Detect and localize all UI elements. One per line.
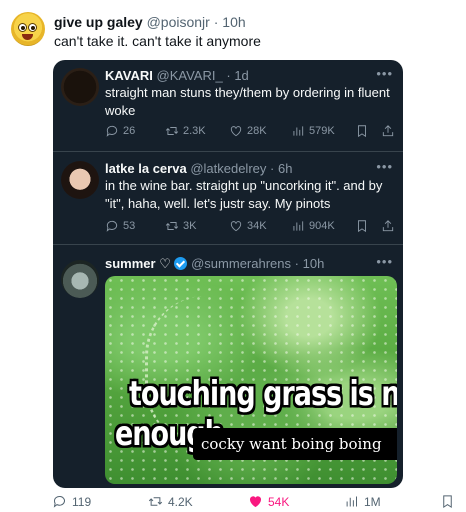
retweet-icon — [148, 497, 163, 506]
view-count: 904K — [309, 220, 335, 232]
reply-icon — [106, 220, 118, 232]
like-button[interactable]: 34K — [229, 219, 267, 233]
reply-count: 26 — [123, 125, 136, 137]
like-count: 34K — [247, 220, 267, 232]
display-name[interactable]: KAVARI — [105, 68, 153, 83]
reply-button[interactable]: 53 — [105, 219, 135, 233]
handle[interactable]: @KAVARI_ — [157, 68, 223, 83]
avatar-mouth — [22, 34, 33, 40]
views-icon — [293, 126, 304, 136]
action-bar: 26 2.3K 28K 579K — [105, 124, 397, 140]
meme-image[interactable]: touching grass is not enough cocky want … — [105, 276, 397, 484]
separator: · — [270, 161, 275, 176]
more-icon[interactable]: ••• — [376, 159, 393, 174]
bookmark-button[interactable] — [355, 219, 369, 233]
share-button[interactable] — [381, 219, 395, 233]
separator: · — [213, 14, 219, 30]
heart-icon — [250, 496, 261, 508]
handle[interactable]: @summerahrens — [191, 256, 291, 271]
bookmark-button[interactable] — [355, 124, 369, 138]
view-count: 579K — [309, 125, 335, 137]
retweet-icon — [165, 222, 179, 230]
retweet-button[interactable]: 3K — [165, 219, 196, 233]
reply-button[interactable]: 26 — [105, 124, 135, 138]
quoted-thread-card[interactable]: KAVARI @KAVARI_ · 1d ••• straight man st… — [53, 60, 403, 488]
tweet-text: can't take it. can't take it anymore — [54, 33, 261, 49]
views-icon — [346, 496, 357, 507]
avatar-eye — [28, 23, 37, 32]
retweet-count: 3K — [183, 220, 197, 232]
bookmark-button[interactable] — [440, 494, 455, 509]
quoted-tweet-summer[interactable]: summer ♡ @summerahrens · 10h ••• touchin… — [53, 246, 403, 488]
view-count: 1M — [364, 494, 381, 509]
avatar[interactable] — [61, 260, 99, 298]
retweet-button[interactable]: 2.3K — [165, 124, 206, 138]
like-button[interactable]: 54K — [248, 494, 289, 509]
share-icon — [382, 220, 394, 232]
views-button[interactable]: 579K — [291, 124, 335, 138]
quoted-tweet-text: straight man stuns they/them by ordering… — [105, 85, 390, 118]
display-name[interactable]: summer — [105, 256, 156, 271]
display-name[interactable]: latke la cerva — [105, 161, 187, 176]
quoted-tweet-latke[interactable]: latke la cerva @latkedelrey · 6h ••• in … — [53, 153, 403, 245]
bookmark-icon — [443, 495, 452, 509]
handle[interactable]: @latkedelrey — [190, 161, 266, 176]
bookmark-icon — [358, 125, 366, 138]
avatar-eye — [18, 23, 27, 32]
meme-caption: cocky want boing boing — [193, 428, 397, 460]
handle[interactable]: @poisonjr — [147, 14, 210, 30]
timestamp[interactable]: 10h — [222, 14, 245, 30]
avatar[interactable] — [61, 68, 99, 106]
separator: · — [226, 68, 231, 83]
share-button[interactable] — [381, 124, 395, 138]
reply-icon — [106, 125, 118, 137]
views-button[interactable]: 1M — [344, 494, 381, 509]
quoted-tweet-kavari[interactable]: KAVARI @KAVARI_ · 1d ••• straight man st… — [53, 60, 403, 152]
avatar[interactable] — [61, 161, 99, 199]
quoted-tweet-header: summer ♡ @summerahrens · 10h — [105, 256, 324, 272]
like-count: 54K — [268, 494, 290, 509]
tweet: give up galey @poisonjr · 10h can't take… — [0, 0, 466, 512]
main-action-bar: 119 4.2K 54K 1M — [0, 494, 466, 510]
timestamp[interactable]: 1d — [234, 68, 248, 83]
more-icon[interactable]: ••• — [376, 66, 393, 81]
quoted-tweet-header: latke la cerva @latkedelrey · 6h — [105, 161, 292, 177]
retweet-icon — [165, 127, 179, 135]
quoted-tweet-text: in the wine bar. straight up "uncorking … — [105, 178, 383, 211]
retweet-count: 4.2K — [168, 494, 193, 509]
views-icon — [293, 221, 304, 231]
avatar[interactable] — [11, 12, 45, 46]
more-icon[interactable]: ••• — [376, 254, 393, 269]
timestamp[interactable]: 10h — [303, 256, 325, 271]
views-button[interactable]: 904K — [291, 219, 335, 233]
reply-button[interactable]: 119 — [52, 494, 91, 509]
meme-text-line1: touching grass is not — [129, 374, 397, 414]
reply-count: 119 — [72, 494, 92, 509]
display-name[interactable]: give up galey — [54, 14, 143, 30]
share-icon — [382, 125, 394, 137]
verified-badge-icon — [174, 257, 188, 270]
separator: · — [294, 256, 299, 271]
retweet-count: 2.3K — [183, 125, 206, 137]
like-count: 28K — [247, 125, 267, 137]
heart-icon — [230, 126, 242, 137]
heart-icon — [230, 221, 242, 232]
like-button[interactable]: 28K — [229, 124, 267, 138]
timestamp[interactable]: 6h — [278, 161, 292, 176]
action-bar: 53 3K 34K 904K — [105, 219, 397, 235]
quoted-tweet-header: KAVARI @KAVARI_ · 1d — [105, 68, 249, 84]
reply-icon — [53, 496, 65, 508]
bookmark-icon — [358, 220, 366, 233]
retweet-button[interactable]: 4.2K — [148, 494, 193, 509]
heart-outline-icon: ♡ — [159, 256, 171, 271]
reply-count: 53 — [123, 220, 136, 232]
tweet-header: give up galey @poisonjr · 10h — [54, 14, 246, 31]
